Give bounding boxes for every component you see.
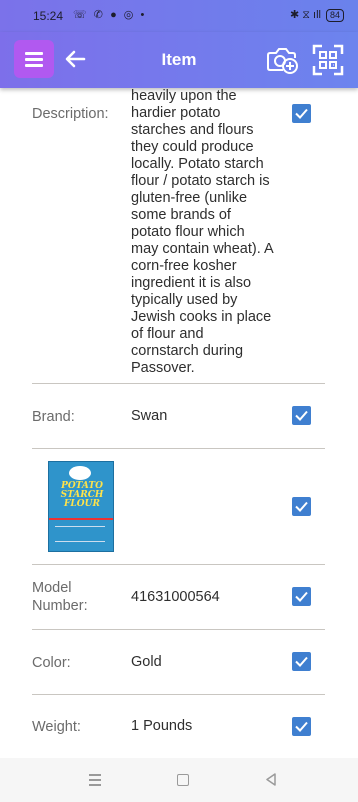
description-value: heavily upon the hardier potato starches a… (131, 88, 274, 377)
color-checkbox[interactable] (292, 652, 311, 671)
description-line: starches and flours (131, 122, 254, 138)
brand-label: Brand: (32, 409, 75, 425)
description-line: may contain wheat). A (131, 241, 274, 257)
item-details: Description: heavily upon the hardier pot… (0, 88, 358, 758)
image-checkbox[interactable] (292, 497, 311, 516)
weight-checkbox[interactable] (292, 717, 311, 736)
divider (32, 694, 325, 695)
app-bar: Item (0, 32, 358, 88)
battery-icon: 84 (325, 8, 344, 22)
description-line: they could produce (131, 139, 254, 155)
nav-line (89, 774, 101, 776)
divider (32, 564, 325, 565)
description-line: ingredient it is also (131, 275, 252, 291)
checkmark-icon (295, 501, 308, 512)
description-line: hardier potato (131, 105, 221, 121)
description-line: locally. Potato starch (131, 156, 264, 172)
color-label: Color: (32, 655, 71, 671)
description-line: gluten-free (unlike (131, 190, 248, 206)
weight-value: 1 Pounds (131, 718, 193, 734)
description-line: flour / potato starch is (131, 173, 270, 189)
brand-logo (69, 466, 91, 480)
divider (32, 448, 325, 449)
nav-line (89, 784, 101, 786)
checkmark-icon (295, 591, 308, 602)
page-title: Item (161, 50, 197, 69)
home-icon[interactable] (177, 774, 189, 786)
checkmark-icon (295, 108, 308, 119)
divider (32, 629, 325, 630)
status-bar: 15:24 ☏ ✆ ● ◎ • ✱ ⧖ ıll 84 (0, 0, 358, 32)
description-line: some brands of (131, 207, 231, 223)
recent-apps-icon[interactable] (89, 774, 101, 789)
product-band (49, 518, 113, 520)
description-checkbox[interactable] (292, 104, 311, 123)
description-line: Jewish cooks in place (131, 309, 272, 325)
description-line: potato flour which (131, 224, 245, 240)
description-label: Description: (32, 106, 109, 122)
model-number-label: Model Number: (32, 579, 88, 615)
weight-label: Weight: (32, 719, 81, 735)
model-number-value: 41631000564 (131, 589, 220, 605)
signal-icons: ✱ ⧖ ıll (289, 9, 321, 21)
model-number-checkbox[interactable] (292, 587, 311, 606)
nav-line (89, 779, 101, 781)
product-image[interactable]: POTATO STARCH FLOUR (48, 461, 114, 552)
product-image-text: POTATO STARCH FLOUR (54, 482, 110, 509)
divider (32, 383, 325, 384)
status-time: 15:24 (33, 9, 64, 23)
barcode-scan-icon[interactable] (312, 44, 344, 76)
checkmark-icon (295, 721, 308, 732)
brand-checkbox[interactable] (292, 406, 311, 425)
status-right: ✱ ⧖ ıll 84 (290, 8, 344, 22)
checkmark-icon (295, 410, 308, 421)
description-line: Passover. (131, 360, 195, 376)
product-text-line: FLOUR (64, 499, 100, 509)
product-label-lines (55, 526, 105, 542)
color-value: Gold (131, 654, 162, 670)
system-nav-bar (0, 758, 358, 802)
notification-icons: ☏ ✆ ● ◎ • (73, 9, 147, 21)
model-label-line2: Number: (32, 598, 88, 614)
back-triangle-icon[interactable] (265, 773, 277, 786)
model-label-line1: Model (32, 580, 72, 596)
camera-add-icon[interactable] (266, 44, 298, 74)
checkmark-icon (295, 656, 308, 667)
description-line: heavily upon the (131, 88, 237, 104)
description-line: cornstarch during (131, 343, 244, 359)
description-line: of flour and (131, 326, 204, 342)
description-line: typically used by (131, 292, 238, 308)
brand-value: Swan (131, 408, 168, 424)
description-line: corn-free kosher (131, 258, 237, 274)
